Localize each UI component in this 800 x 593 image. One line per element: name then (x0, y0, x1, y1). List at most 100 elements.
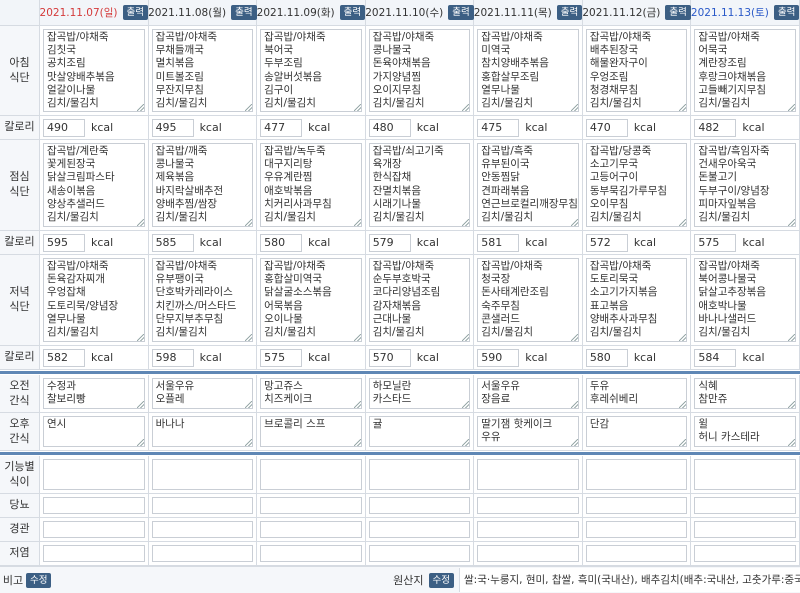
resize-grip-icon[interactable] (679, 334, 687, 341)
dinner-kcal-input[interactable]: 570 (368, 348, 411, 367)
lunch-textarea[interactable]: 잡곡밥/당콩죽 소고기무국 고등어구이 동부묵김가루무침 오이무침 김치/물김치 (585, 143, 688, 227)
resize-grip-icon[interactable] (136, 401, 144, 408)
resize-grip-icon[interactable] (462, 219, 470, 226)
pm-snack-textarea[interactable]: 바나나 (151, 416, 254, 447)
pm-snack-textarea[interactable]: 연시 (43, 416, 145, 447)
resize-grip-icon[interactable] (136, 334, 144, 341)
special-diet-field[interactable] (368, 459, 471, 490)
resize-grip-icon[interactable] (245, 401, 253, 408)
breakfast-textarea[interactable]: 잡곡밥/야채죽 콩나물국 돈육야채볶음 가지양념찜 오이지무침 김치/물김치 (368, 29, 471, 112)
am-snack-textarea[interactable]: 식혜 참만쥬 (694, 378, 796, 409)
breakfast-kcal-input[interactable]: 490 (43, 118, 85, 137)
tube-feed-field[interactable] (151, 521, 254, 538)
diabetic-field[interactable] (368, 497, 471, 514)
print-button[interactable]: 출력 (556, 5, 583, 20)
pm-snack-textarea[interactable]: 단감 (585, 416, 688, 447)
breakfast-textarea[interactable]: 잡곡밥/야채죽 배추된장국 해물완자구이 우엉조림 청경채무침 김치/물김치 (585, 29, 688, 112)
low-salt-field[interactable] (585, 545, 688, 562)
dinner-textarea[interactable]: 잡곡밥/야채죽 도토리묵국 소고기가지볶음 표고볶음 양배추사과무침 김치/물김… (585, 258, 688, 342)
special-diet-field[interactable] (477, 459, 579, 490)
special-diet-field[interactable] (260, 459, 362, 490)
resize-grip-icon[interactable] (570, 401, 578, 408)
am-snack-textarea[interactable]: 수정과 찰보리빵 (43, 378, 145, 409)
dinner-kcal-input[interactable]: 580 (585, 348, 628, 367)
breakfast-textarea[interactable]: 잡곡밥/야채죽 김칫국 공치조림 맛살양배추볶음 얼갈이나물 김치/물김치 (43, 29, 145, 112)
dinner-textarea[interactable]: 잡곡밥/야채죽 북어콩나물국 닭살고추장볶음 애호박나물 바나나샐러드 김치/물… (694, 258, 796, 342)
special-diet-field[interactable] (151, 459, 254, 490)
tube-feed-field[interactable] (260, 521, 362, 538)
lunch-textarea[interactable]: 잡곡밥/깨죽 콩나물국 제육볶음 바지락살배추전 양배추찜/쌈장 김치/물김치 (151, 143, 254, 227)
resize-grip-icon[interactable] (353, 439, 361, 446)
resize-grip-icon[interactable] (570, 439, 578, 446)
resize-grip-icon[interactable] (462, 334, 470, 341)
lunch-textarea[interactable]: 잡곡밥/흑임자죽 건새우아욱국 돈불고기 두부구이/양념장 피마자잎볶음 김치/… (694, 143, 796, 227)
lunch-kcal-input[interactable]: 575 (694, 233, 737, 252)
resize-grip-icon[interactable] (679, 104, 687, 111)
resize-grip-icon[interactable] (787, 219, 795, 226)
breakfast-kcal-input[interactable]: 480 (368, 118, 411, 137)
lunch-kcal-input[interactable]: 580 (260, 233, 303, 252)
tube-feed-field[interactable] (368, 521, 471, 538)
resize-grip-icon[interactable] (245, 439, 253, 446)
breakfast-kcal-input[interactable]: 470 (585, 118, 628, 137)
breakfast-kcal-input[interactable]: 495 (151, 118, 194, 137)
resize-grip-icon[interactable] (570, 219, 578, 226)
lunch-kcal-input[interactable]: 585 (151, 233, 194, 252)
am-snack-textarea[interactable]: 서울우유 오플레 (151, 378, 254, 409)
pm-snack-textarea[interactable]: 윌 허니 카스테라 (694, 416, 796, 447)
resize-grip-icon[interactable] (245, 334, 253, 341)
low-salt-field[interactable] (477, 545, 579, 562)
am-snack-textarea[interactable]: 두유 후레쉬베리 (585, 378, 688, 409)
breakfast-kcal-input[interactable]: 477 (260, 118, 303, 137)
dinner-textarea[interactable]: 잡곡밥/야채죽 돈육감자찌개 우엉잡채 도토리묵/양념장 열무나물 김치/물김치 (43, 258, 145, 342)
low-salt-field[interactable] (694, 545, 796, 562)
resize-grip-icon[interactable] (136, 104, 144, 111)
breakfast-kcal-input[interactable]: 475 (477, 118, 520, 137)
resize-grip-icon[interactable] (787, 401, 795, 408)
dinner-textarea[interactable]: 잡곡밥/야채죽 순두부호박국 코다리양념조림 감자채볶음 근대나물 김치/물김치 (368, 258, 471, 342)
resize-grip-icon[interactable] (787, 334, 795, 341)
low-salt-field[interactable] (151, 545, 254, 562)
dinner-textarea[interactable]: 잡곡밥/야채죽 청국장 돈사태계란조림 숙주무침 콘샐러드 김치/물김치 (477, 258, 579, 342)
diabetic-field[interactable] (151, 497, 254, 514)
resize-grip-icon[interactable] (570, 104, 578, 111)
diabetic-field[interactable] (477, 497, 579, 514)
breakfast-kcal-input[interactable]: 482 (694, 118, 737, 137)
tube-feed-field[interactable] (43, 521, 145, 538)
resize-grip-icon[interactable] (787, 104, 795, 111)
resize-grip-icon[interactable] (679, 439, 687, 446)
tube-feed-field[interactable] (477, 521, 579, 538)
lunch-kcal-input[interactable]: 579 (368, 233, 411, 252)
am-snack-textarea[interactable]: 하모닐란 카스타드 (368, 378, 471, 409)
print-button[interactable]: 출력 (231, 5, 257, 20)
special-diet-field[interactable] (694, 459, 796, 490)
resize-grip-icon[interactable] (679, 219, 687, 226)
resize-grip-icon[interactable] (353, 334, 361, 341)
special-diet-field[interactable] (585, 459, 688, 490)
resize-grip-icon[interactable] (245, 104, 253, 111)
diabetic-field[interactable] (43, 497, 145, 514)
low-salt-field[interactable] (43, 545, 145, 562)
dinner-kcal-input[interactable]: 582 (43, 348, 85, 367)
resize-grip-icon[interactable] (353, 219, 361, 226)
dinner-kcal-input[interactable]: 584 (694, 348, 737, 367)
diabetic-field[interactable] (585, 497, 688, 514)
print-button[interactable]: 출력 (122, 5, 149, 20)
resize-grip-icon[interactable] (353, 401, 361, 408)
special-diet-field[interactable] (43, 459, 145, 490)
lunch-textarea[interactable]: 잡곡밥/흑죽 유부된이국 안동찜닭 견파래볶음 연근브로컬리깨장무침 김치/물김… (477, 143, 579, 227)
breakfast-textarea[interactable]: 잡곡밥/야채죽 무채들깨국 멸치볶음 미트볼조림 무잔지무침 김치/물김치 (151, 29, 254, 112)
lunch-kcal-input[interactable]: 572 (585, 233, 628, 252)
lunch-kcal-input[interactable]: 581 (477, 233, 520, 252)
lunch-kcal-input[interactable]: 595 (43, 233, 85, 252)
diabetic-field[interactable] (694, 497, 796, 514)
resize-grip-icon[interactable] (462, 104, 470, 111)
resize-grip-icon[interactable] (353, 104, 361, 111)
lunch-textarea[interactable]: 잡곡밥/쇠고기죽 육개장 한식잡채 잔멸치볶음 시래기나물 김치/물김치 (368, 143, 471, 227)
resize-grip-icon[interactable] (462, 439, 470, 446)
dinner-kcal-input[interactable]: 575 (260, 348, 303, 367)
am-snack-textarea[interactable]: 서울우유 장음료 (477, 378, 579, 409)
lunch-textarea[interactable]: 잡곡밥/녹두죽 대구지리탕 우유계란찜 애호박볶음 치커리사과무침 김치/물김치 (260, 143, 362, 227)
dinner-textarea[interactable]: 잡곡밥/야채죽 홍합살미역국 닭살굴소스볶음 어묵볶음 오이나물 김치/물김치 (260, 258, 362, 342)
origin-edit-button[interactable]: 수정 (428, 572, 454, 588)
